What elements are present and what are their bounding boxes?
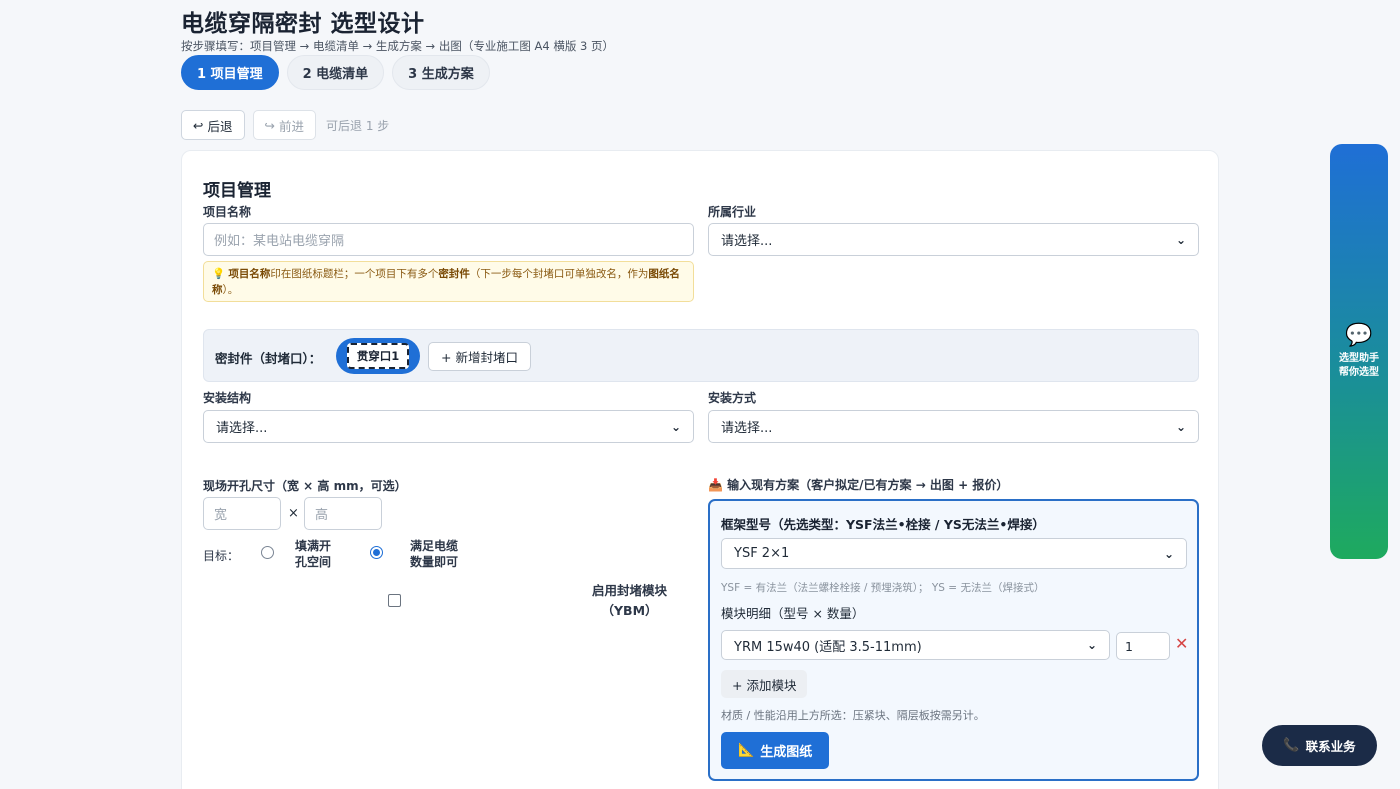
assistant-line1: 选型助手 [1339, 353, 1379, 364]
remove-icon[interactable]: ✕ [1175, 634, 1188, 653]
seal-label: 密封件（封堵口）： [215, 351, 322, 366]
method-value: 请选择... [721, 421, 773, 436]
module-label: 模块明细（型号 × 数量） [721, 606, 865, 621]
history-status: 可后退 1 步 [326, 118, 390, 133]
step-tabs: 1 项目管理 2 电缆清单 3 生成方案 [181, 55, 490, 90]
project-tip: 💡 项目名称印在图纸标题栏；一个项目下有多个密封件（下一步每个封堵口可单独改名，… [203, 261, 694, 302]
project-name-input[interactable]: 例如：某电站电缆穿隔 [203, 223, 694, 256]
method-label: 安装方式 [708, 391, 757, 405]
chat-icon: 💬 [1345, 323, 1373, 348]
frame-select[interactable]: YSF 2×1 ⌄ [721, 538, 1187, 569]
redo-icon: ↪ [264, 117, 275, 133]
existing-plan-label: 📥 输入现有方案（客户拟定/已有方案 → 出图 + 报价） [708, 476, 1008, 493]
module-value: YRM 15w40 (适配 3.5-11mm) [734, 639, 922, 655]
industry-value: 请选择... [721, 234, 773, 249]
structure-select[interactable]: 请选择... ⌄ [203, 410, 694, 443]
lightbulb-icon: 💡 [212, 268, 226, 280]
undo-icon: ↩ [193, 117, 204, 133]
forward-button[interactable]: ↪ 前进 [252, 110, 316, 140]
project-name-label: 项目名称 [203, 205, 252, 219]
goal-fill-radio[interactable] [261, 546, 274, 559]
frame-label: 框架型号（先选类型：YSF法兰•栓接 / YS无法兰•焊接） [721, 517, 1045, 532]
step-tab-plan[interactable]: 3 生成方案 [392, 55, 490, 90]
inbox-icon: 📥 [708, 478, 723, 492]
phone-icon: 📞 [1283, 738, 1300, 753]
forward-label: 前进 [278, 118, 304, 134]
opening-size-label: 现场开孔尺寸（宽 × 高 mm，可选） [203, 479, 407, 493]
chevron-down-icon: ⌄ [1086, 638, 1097, 652]
chevron-down-icon: ⌄ [670, 419, 681, 434]
goal-label: 目标： [203, 549, 240, 563]
history-bar: ↩ 后退 ↪ 前进 可后退 1 步 [181, 110, 389, 140]
tip-text-1: 印在图纸标题栏；一个项目下有多个 [270, 268, 439, 280]
width-input[interactable]: 宽 [203, 497, 281, 530]
step-tab-cables[interactable]: 2 电缆清单 [286, 55, 385, 90]
method-select[interactable]: 请选择... ⌄ [708, 410, 1199, 443]
existing-plan-text: 输入现有方案（客户拟定/已有方案 → 出图 + 报价） [727, 478, 1009, 492]
add-module-button[interactable]: + 添加模块 [721, 670, 808, 698]
industry-select[interactable]: 请选择... ⌄ [708, 223, 1199, 256]
ruler-triangle-icon: 📐 [738, 743, 755, 758]
industry-label: 所属行业 [708, 205, 757, 219]
frame-note: YSF = 有法兰（法兰螺栓栓接 / 预埋浇筑）； YS = 无法兰（焊接式） [721, 582, 1045, 594]
page-subtitle: 按步骤填写：项目管理 → 电缆清单 → 生成方案 → 出图（专业施工图 A4 横… [181, 39, 614, 53]
contact-sales-button[interactable]: 📞 联系业务 [1262, 725, 1377, 766]
assistant-line2: 帮你选型 [1339, 367, 1379, 378]
generate-drawing-button[interactable]: 📐 生成图纸 [721, 732, 830, 769]
existing-plan-box: 框架型号（先选类型：YSF法兰•栓接 / YS无法兰•焊接） YSF 2×1 ⌄… [708, 499, 1199, 781]
tip-text-2: （下一步每个封堵口可单独改名，作为 [469, 268, 649, 280]
generate-label: 生成图纸 [760, 745, 813, 760]
times-sign: × [288, 506, 299, 521]
section-title: 项目管理 [203, 181, 271, 201]
assistant-panel-button[interactable]: 💬 选型助手 帮你选型 [1330, 144, 1388, 559]
module-qty-input[interactable]: 1 [1116, 632, 1170, 660]
frame-value: YSF 2×1 [734, 546, 790, 561]
add-seal-button[interactable]: + 新增封堵口 [428, 342, 531, 371]
ybm-checkbox[interactable] [388, 594, 401, 607]
goal-cables-radio[interactable] [370, 546, 383, 559]
page-title: 电缆穿隔密封 选型设计 [181, 11, 425, 37]
goal-fill-label: 填满开孔空间 [295, 539, 332, 569]
chevron-down-icon: ⌄ [1163, 546, 1174, 561]
contact-label: 联系业务 [1305, 739, 1356, 754]
back-button[interactable]: ↩ 后退 [181, 110, 245, 140]
goal-cables-label: 满足电缆数量即可 [410, 539, 459, 569]
ybm-label: 启用封堵模块（YBM） [591, 583, 667, 618]
material-note: 材质 / 性能沿用上方所选：压紧块、隔层板按需另计。 [721, 709, 985, 722]
structure-label: 安装结构 [203, 391, 252, 405]
tip-bold-project-name: 项目名称 [228, 268, 271, 280]
back-label: 后退 [207, 118, 233, 134]
tip-bold-seal: 密封件 [438, 268, 470, 280]
tip-text-3: ）。 [222, 284, 239, 296]
structure-value: 请选择... [216, 421, 268, 436]
chevron-down-icon: ⌄ [1175, 419, 1186, 434]
chevron-down-icon: ⌄ [1175, 232, 1186, 247]
seal-bar: 密封件（封堵口）： 贯穿口1 + 新增封堵口 [203, 329, 1199, 382]
seal-chip-selected[interactable]: 贯穿口1 [336, 338, 420, 374]
project-card: 项目管理 项目名称 例如：某电站电缆穿隔 所属行业 请选择... ⌄ 💡 项目名… [181, 150, 1219, 789]
seal-chip-label: 贯穿口1 [347, 343, 409, 369]
height-input[interactable]: 高 [304, 497, 382, 530]
module-select[interactable]: YRM 15w40 (适配 3.5-11mm) ⌄ [721, 630, 1110, 660]
step-tab-project[interactable]: 1 项目管理 [181, 55, 279, 90]
